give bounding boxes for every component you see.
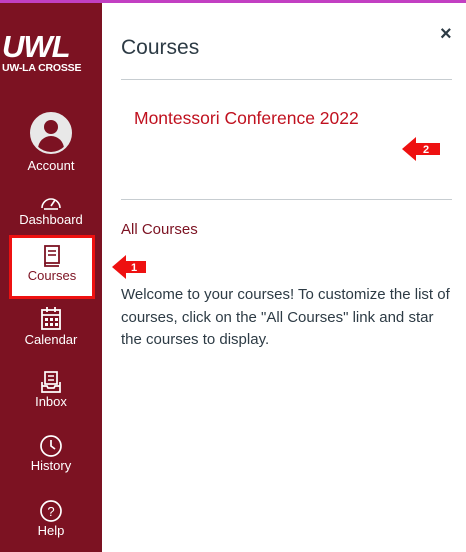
calendar-icon: [41, 307, 61, 330]
uwl-logo[interactable]: UWL UW-LA CROSSE: [0, 31, 102, 77]
user-avatar-icon: [30, 112, 72, 154]
nav-item-label: Courses: [27, 268, 77, 283]
nav-item-inbox[interactable]: Inbox: [0, 370, 102, 409]
nav-item-account[interactable]: Account: [0, 112, 102, 173]
annotation-step-2: 2: [422, 144, 430, 156]
clock-icon: [40, 435, 62, 457]
nav-item-label: Calendar: [24, 332, 78, 347]
speedometer-icon: [41, 198, 61, 210]
svg-text:?: ?: [47, 504, 54, 519]
nav-item-dashboard[interactable]: Dashboard: [0, 192, 102, 227]
nav-item-help[interactable]: ? Help: [0, 499, 102, 538]
book-icon: [44, 245, 60, 267]
nav-item-label: Account: [27, 158, 75, 173]
nav-item-label: Help: [37, 523, 65, 538]
welcome-message: Welcome to your courses! To customize th…: [121, 286, 450, 348]
annotation-step-1: 1: [130, 262, 138, 274]
logo-subtitle: UW-LA CROSSE: [2, 62, 82, 74]
nav-item-label: Dashboard: [19, 212, 83, 227]
global-nav-sidebar: UWL UW-LA CROSSE Account Dashboard Cours…: [0, 3, 102, 552]
divider: [121, 199, 452, 200]
logo-mark: UWL: [2, 29, 71, 64]
course-link-montessori[interactable]: Montessori Conference 2022: [134, 104, 374, 132]
all-courses-link[interactable]: All Courses: [121, 221, 198, 238]
nav-item-courses[interactable]: Courses: [9, 235, 95, 299]
divider: [121, 79, 452, 80]
tray-title: Courses: [121, 36, 200, 59]
help-circle-icon: ?: [40, 500, 62, 522]
close-icon[interactable]: ×: [440, 24, 452, 44]
nav-item-calendar[interactable]: Calendar: [0, 306, 102, 347]
nav-item-history[interactable]: History: [0, 434, 102, 473]
nav-item-label: History: [30, 458, 72, 473]
inbox-icon: [41, 371, 61, 393]
nav-item-label: Inbox: [35, 394, 67, 409]
